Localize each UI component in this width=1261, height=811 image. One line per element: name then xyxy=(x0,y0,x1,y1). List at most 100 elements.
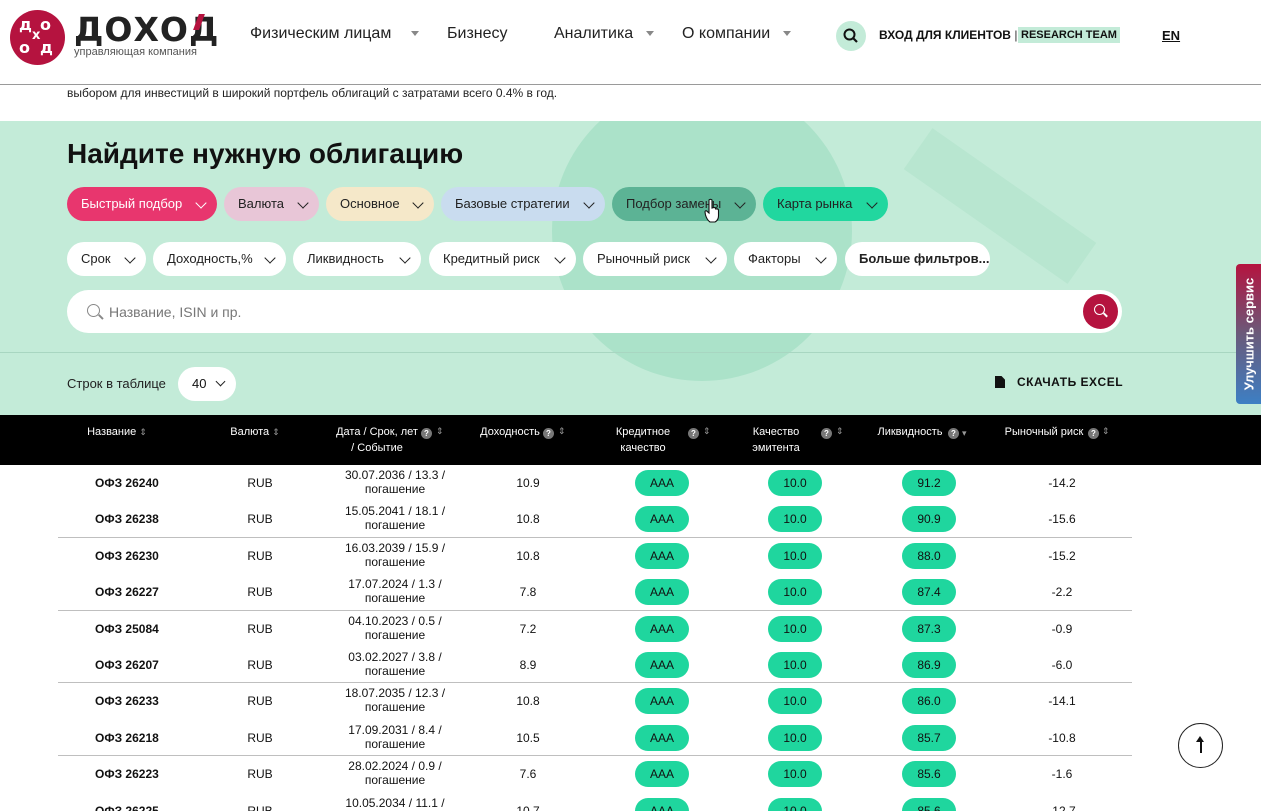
filter-dropdown-1[interactable]: Доходность,% xyxy=(153,242,286,276)
table-row[interactable]: ОФЗ 26225 RUB 10.7 AAA 10.0 85.6 -12.7 10.05.20… xyxy=(0,793,1261,811)
help-icon[interactable]: ? xyxy=(948,428,959,439)
language-switch[interactable]: EN xyxy=(1162,28,1180,43)
bond-currency: RUB xyxy=(247,585,273,599)
help-icon[interactable]: ? xyxy=(421,428,432,439)
help-icon[interactable]: ? xyxy=(543,428,554,439)
bond-name[interactable]: ОФЗ 26223 xyxy=(95,767,159,781)
col-header-name[interactable]: Название ⇕ xyxy=(82,424,152,440)
bond-name[interactable]: ОФЗ 26225 xyxy=(95,804,159,811)
table-row[interactable]: ОФЗ 26230 RUB 10.8 AAA 10.0 88.0 -15.2 16.03.20… xyxy=(0,538,1261,574)
issuer-quality-badge: 10.0 xyxy=(768,470,822,496)
bond-name[interactable]: ОФЗ 26233 xyxy=(95,694,159,708)
client-login-link[interactable]: вход для клиентов | xyxy=(879,28,1017,42)
filter-dropdown-2[interactable]: Ликвидность xyxy=(293,242,421,276)
filter-tab-0[interactable]: Быстрый подбор xyxy=(67,187,217,221)
col-header-liquidity[interactable]: Ликвидность xyxy=(875,424,945,440)
table-row[interactable]: ОФЗ 26233 RUB 10.8 AAA 10.0 86.0 -14.1 18.07.20… xyxy=(0,683,1261,719)
col-header-currency[interactable]: Валюта ⇕ xyxy=(220,424,290,440)
sort-icon: ⇕ xyxy=(558,426,566,436)
filter-tab-5[interactable]: Карта рынка xyxy=(763,187,888,221)
nav-about[interactable]: О компании xyxy=(682,25,770,43)
bond-date-term: 30.07.2036 / 13.3 /погашение xyxy=(320,468,470,496)
issuer-quality-badge: 10.0 xyxy=(768,579,822,605)
market-risk-value: -10.8 xyxy=(1048,731,1076,745)
filter-dropdown-label: Доходность,% xyxy=(167,251,253,266)
liquidity-badge: 85.7 xyxy=(902,725,956,751)
help-icon[interactable]: ? xyxy=(1088,428,1099,439)
col-header-market-risk[interactable]: Рыночный риск xyxy=(1002,424,1086,440)
sort-icon: ⇕ xyxy=(436,426,444,436)
col-header-yield[interactable]: Доходность xyxy=(478,424,542,440)
filter-tab-1[interactable]: Валюта xyxy=(224,187,319,221)
arrow-up-icon-shaft xyxy=(1199,739,1202,753)
filter-dropdown-4[interactable]: Рыночный риск xyxy=(583,242,727,276)
filter-dropdown-label: Кредитный риск xyxy=(443,251,540,266)
scroll-top-button[interactable] xyxy=(1178,723,1223,768)
bond-name[interactable]: ОФЗ 26227 xyxy=(95,585,159,599)
bond-name[interactable]: ОФЗ 25084 xyxy=(95,622,159,636)
chevron-down-icon xyxy=(783,31,791,36)
bond-search-input[interactable] xyxy=(109,290,1009,333)
bond-name[interactable]: ОФЗ 26218 xyxy=(95,731,159,745)
download-excel-button[interactable]: СКАЧАТЬ EXCEL xyxy=(1017,375,1123,389)
bond-yield: 10.8 xyxy=(516,549,540,563)
bond-name[interactable]: ОФЗ 26230 xyxy=(95,549,159,563)
issuer-quality-badge: 10.0 xyxy=(768,652,822,678)
sort-icon: ⇕ xyxy=(139,427,147,437)
hand-cursor-icon xyxy=(704,198,720,223)
nav-business[interactable]: Бизнесу xyxy=(447,25,508,43)
help-icon[interactable]: ? xyxy=(821,428,832,439)
filter-dropdown-label: Рыночный риск xyxy=(597,251,690,266)
col-header-credit[interactable]: Кредитное качество xyxy=(608,424,678,456)
col-header-label: Название xyxy=(87,426,137,438)
credit-quality-badge: AAA xyxy=(635,470,689,496)
market-risk-value: -15.6 xyxy=(1048,512,1076,526)
bond-yield: 10.8 xyxy=(516,694,540,708)
col-header-date[interactable]: Дата / Срок, лет / Событие xyxy=(330,424,424,456)
bond-currency: RUB xyxy=(247,476,273,490)
header-search-button[interactable] xyxy=(836,21,866,51)
search-submit-button[interactable] xyxy=(1083,294,1118,329)
filter-dropdown-3[interactable]: Кредитный риск xyxy=(429,242,576,276)
filter-dropdown-0[interactable]: Срок xyxy=(67,242,146,276)
table-row[interactable]: ОФЗ 26240 RUB 10.9 AAA 10.0 91.2 -14.2 30.07.20… xyxy=(0,465,1261,501)
chevron-down-icon xyxy=(195,197,207,209)
issuer-quality-badge: 10.0 xyxy=(768,616,822,642)
chevron-down-icon xyxy=(124,252,136,264)
table-row[interactable]: ОФЗ 26223 RUB 7.6 AAA 10.0 85.6 -1.6 28.02.2024… xyxy=(0,756,1261,792)
filter-dropdown-5[interactable]: Факторы xyxy=(734,242,837,276)
bond-name[interactable]: ОФЗ 26207 xyxy=(95,658,159,672)
bond-yield: 7.2 xyxy=(519,622,537,636)
credit-quality-badge: AAA xyxy=(635,798,689,811)
bond-date: 18.07.2035 / 12.3 / xyxy=(344,686,446,700)
bond-yield: 8.9 xyxy=(519,658,537,672)
liquidity-badge: 85.6 xyxy=(902,761,956,787)
filter-tab-4[interactable]: Подбор замены xyxy=(612,187,756,221)
bond-currency: RUB xyxy=(247,767,273,781)
col-header-issuer-quality[interactable]: Качество эмитента xyxy=(744,424,808,456)
issuer-quality-badge: 10.0 xyxy=(768,798,822,811)
research-team-link[interactable]: RESEARCH TEAM xyxy=(1018,27,1120,43)
bond-event: погашение xyxy=(364,664,426,678)
issuer-quality-badge: 10.0 xyxy=(768,725,822,751)
table-row[interactable]: ОФЗ 26238 RUB 10.8 AAA 10.0 90.9 -15.6 15.05.20… xyxy=(0,501,1261,537)
bond-name[interactable]: ОФЗ 26238 xyxy=(95,512,159,526)
filter-tab-2[interactable]: Основное xyxy=(326,187,434,221)
table-row[interactable]: ОФЗ 25084 RUB 7.2 AAA 10.0 87.3 -0.9 04.10.2023… xyxy=(0,611,1261,647)
help-icon[interactable]: ? xyxy=(688,428,699,439)
nav-analytics[interactable]: Аналитика xyxy=(554,25,633,43)
table-row[interactable]: ОФЗ 26207 RUB 8.9 AAA 10.0 86.9 -6.0 03.02.2027… xyxy=(0,647,1261,683)
market-risk-value: -1.6 xyxy=(1051,767,1073,781)
rows-per-page-select[interactable]: 40 xyxy=(178,367,236,401)
bond-name[interactable]: ОФЗ 26240 xyxy=(95,476,159,490)
bond-currency: RUB xyxy=(247,731,273,745)
table-row[interactable]: ОФЗ 26218 RUB 10.5 AAA 10.0 85.7 -10.8 17.09.20… xyxy=(0,720,1261,756)
liquidity-badge: 87.4 xyxy=(902,579,956,605)
table-row[interactable]: ОФЗ 26227 RUB 7.8 AAA 10.0 87.4 -2.2 17.07.2024… xyxy=(0,574,1261,610)
chevron-down-icon xyxy=(554,252,566,264)
bond-date-term: 15.05.2041 / 18.1 /погашение xyxy=(320,504,470,532)
nav-individuals[interactable]: Физическим лицам xyxy=(250,25,391,43)
logo-icon[interactable]: д о x о д xyxy=(10,10,65,65)
filter-dropdown-6[interactable]: Больше фильтров... xyxy=(845,242,990,276)
filter-tab-3[interactable]: Базовые стратегии xyxy=(441,187,605,221)
